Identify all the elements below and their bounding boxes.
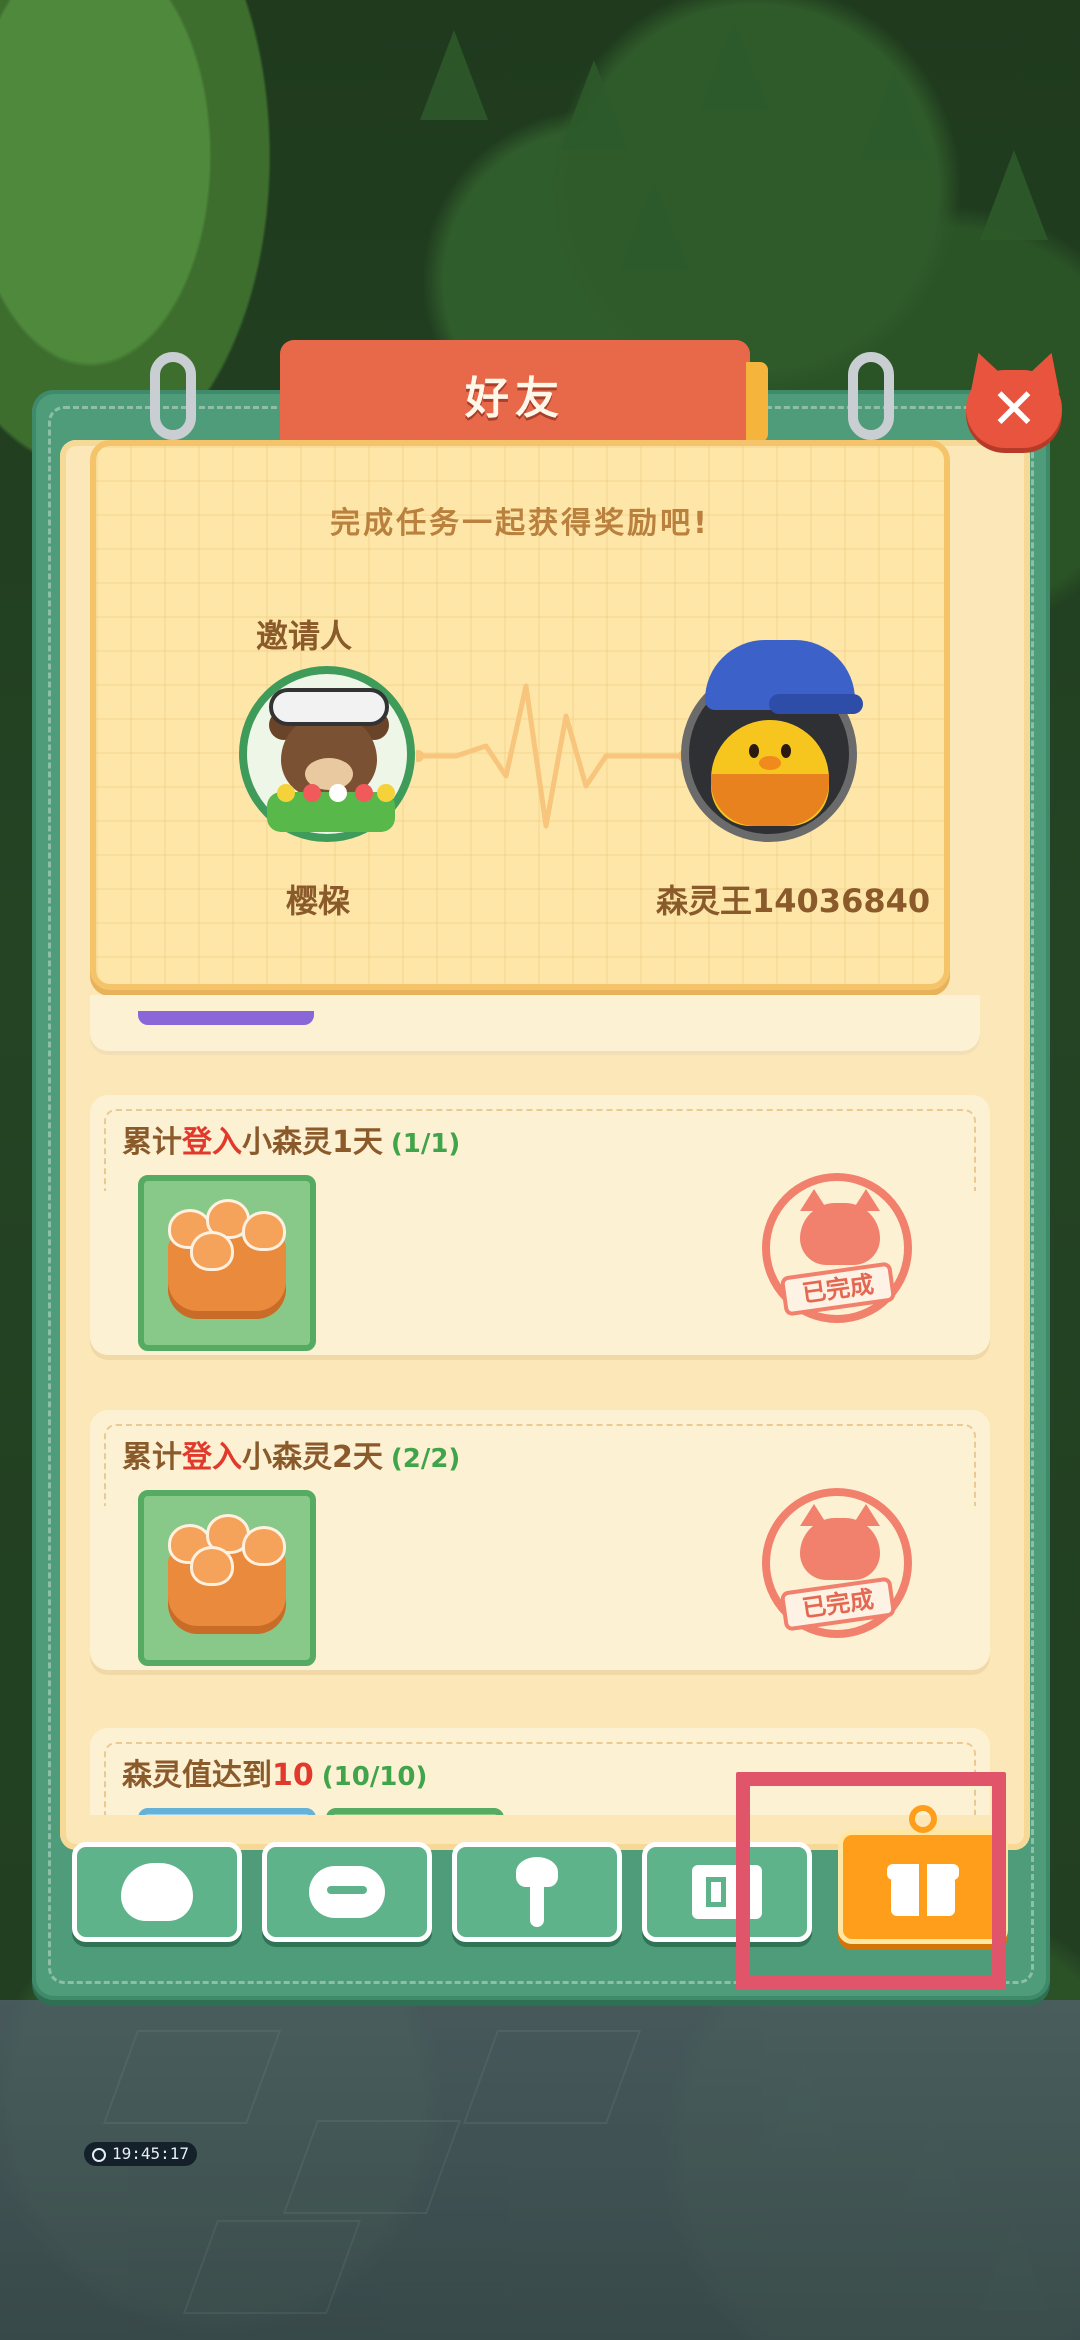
wrench-icon	[516, 1857, 558, 1927]
invite-message: 完成任务一起获得奖励吧!	[330, 506, 710, 541]
tab-chat[interactable]	[262, 1842, 432, 1942]
annotation-highlight-box	[736, 1772, 1006, 1990]
plaza-ground	[0, 2000, 1080, 2340]
task-progress: (1/1)	[390, 1129, 461, 1159]
cat-stamp-icon	[800, 1504, 880, 1580]
inviter-label: 邀请人	[256, 617, 353, 655]
task-progress: (2/2)	[390, 1444, 461, 1474]
task-title: 累计登入小森灵1天 (1/1)	[122, 1125, 461, 1160]
task-title: 累计登入小森灵2天 (2/2)	[122, 1440, 461, 1475]
friend-avatar[interactable]	[681, 640, 863, 842]
tree	[560, 60, 628, 150]
chef-hat-icon	[269, 688, 389, 726]
tree	[700, 20, 768, 110]
reward-item[interactable]	[138, 1808, 316, 1815]
completed-stamp: 已完成	[762, 1173, 912, 1323]
friend-name: 森灵王14036840	[656, 882, 931, 920]
tree	[860, 70, 928, 160]
building-timer: 19:45:17	[84, 2142, 198, 2166]
tree	[420, 30, 488, 120]
binder-ring	[150, 352, 196, 440]
task-row: 累计登入小森灵1天 (1/1) 已完成	[90, 1095, 990, 1355]
chick-icon	[121, 1863, 193, 1921]
tree	[620, 180, 688, 270]
dialog-title-tab: 好友	[280, 340, 768, 450]
tab-tools[interactable]	[452, 1842, 622, 1942]
inviter-avatar[interactable]	[239, 666, 415, 842]
dialog-title: 好友	[465, 373, 565, 424]
heartbeat-line	[416, 683, 686, 829]
cat-stamp-icon	[800, 1189, 880, 1265]
inviter-name: 樱桗	[286, 882, 351, 920]
reward-item[interactable]	[138, 1490, 316, 1666]
invite-card: 完成任务一起获得奖励吧! 邀请人 樱桗 森灵王14036840	[90, 440, 950, 990]
close-button[interactable]: ✕	[959, 346, 1071, 452]
tree	[980, 150, 1048, 240]
reward-item[interactable]	[326, 1808, 504, 1815]
chat-icon	[309, 1866, 385, 1918]
list-item	[90, 995, 980, 1051]
task-title: 森灵值达到10 (10/10)	[122, 1758, 428, 1793]
reward-item[interactable]	[138, 1175, 316, 1351]
task-list[interactable]: 累计登入小森灵1天 (1/1) 已完成 累计登入小森灵2天 (2/2) 已完成 …	[60, 995, 1030, 1815]
tab-pets[interactable]	[72, 1842, 242, 1942]
claim-button[interactable]	[138, 1011, 314, 1025]
flower-bed-icon	[267, 784, 395, 832]
completed-stamp: 已完成	[762, 1488, 912, 1638]
cat-close-icon: ✕	[966, 370, 1062, 448]
task-row: 累计登入小森灵2天 (2/2) 已完成	[90, 1410, 990, 1670]
clock-icon	[92, 2148, 106, 2162]
binder-ring	[848, 352, 894, 440]
task-progress: (10/10)	[321, 1762, 428, 1792]
